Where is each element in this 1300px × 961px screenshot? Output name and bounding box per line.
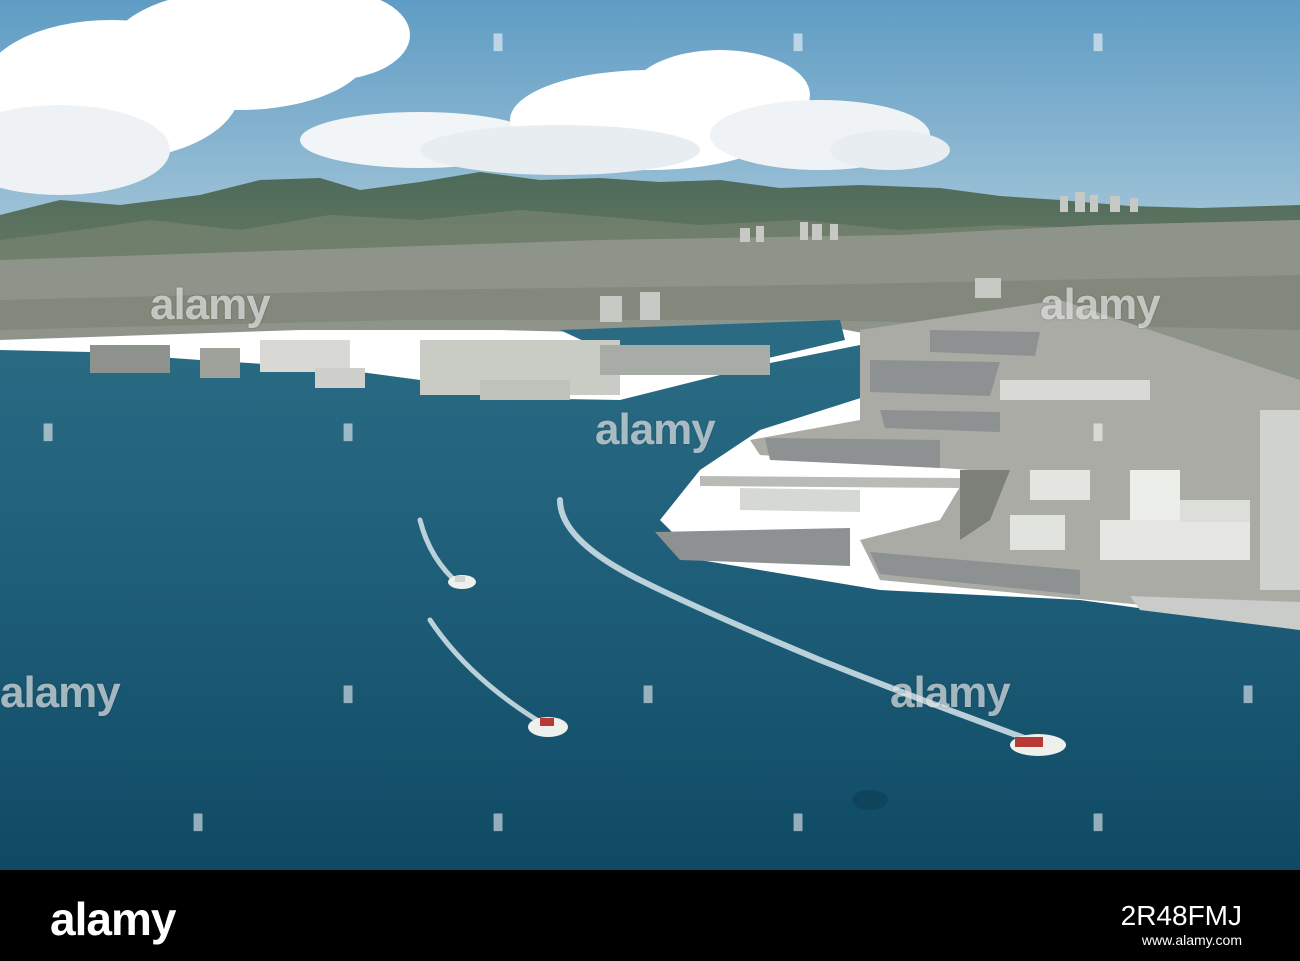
watermark-mark: ▮ <box>342 418 355 443</box>
watermark-mark: ▮ <box>1092 808 1105 833</box>
stock-footer-bar: alamy 2R48FMJ www.alamy.com <box>0 870 1300 961</box>
watermark-mark: ▮ <box>492 808 505 833</box>
aerial-harbor-photo: alamy alamy alamy alamy alamy ▮ ▮ ▮ ▮ ▮ … <box>0 0 1300 870</box>
watermark-text: alamy <box>150 280 271 329</box>
watermark-mark: ▮ <box>342 680 355 705</box>
watermark-mark: ▮ <box>342 28 355 53</box>
launch-boat-lower <box>528 717 568 737</box>
tugboat-right <box>1010 734 1066 756</box>
watermark-text: alamy <box>0 668 121 717</box>
launch-boat-upper <box>448 575 476 589</box>
watermark-mark: ▮ <box>1092 28 1105 53</box>
watermark-text: alamy <box>1040 280 1161 329</box>
alamy-logo[interactable]: alamy <box>50 892 176 946</box>
watermark-mark: ▮ <box>792 808 805 833</box>
watermark-mark: ▮ <box>642 680 655 705</box>
watermark-text: alamy <box>890 668 1011 717</box>
watermark-mark: ▮ <box>1092 418 1105 443</box>
watermark-mark: ▮ <box>42 418 55 443</box>
site-url[interactable]: www.alamy.com <box>1142 932 1242 948</box>
watermark-mark: ▮ <box>792 28 805 53</box>
watermark-mark: ▮ <box>192 808 205 833</box>
image-id: 2R48FMJ <box>1120 900 1242 931</box>
watermark-text: alamy <box>595 405 716 454</box>
watermark-mark: ▮ <box>1242 680 1255 705</box>
watermark-mark: ▮ <box>42 28 55 53</box>
watermark-mark: ▮ <box>492 28 505 53</box>
stock-photo-frame: alamy alamy alamy alamy alamy ▮ ▮ ▮ ▮ ▮ … <box>0 0 1300 961</box>
